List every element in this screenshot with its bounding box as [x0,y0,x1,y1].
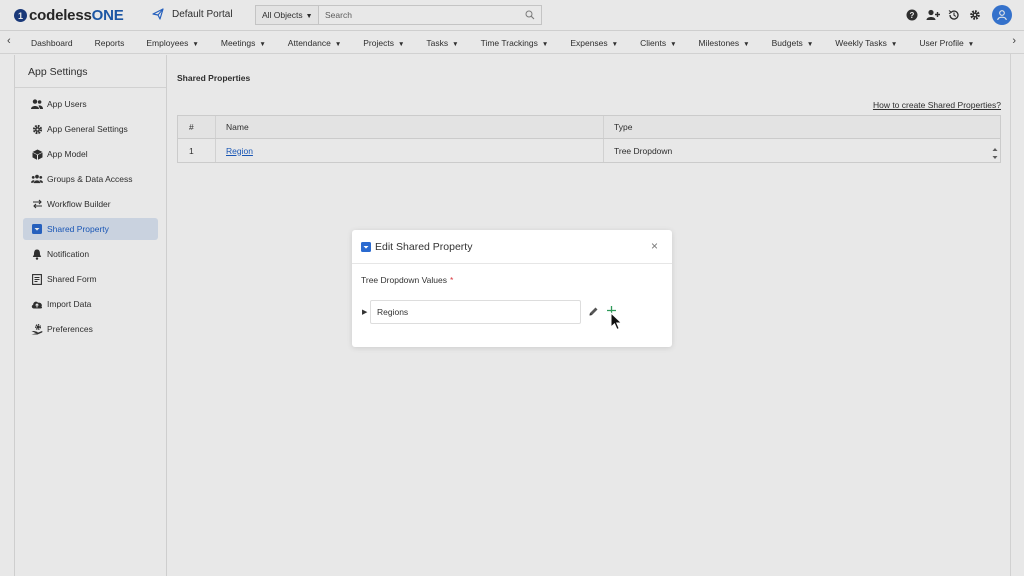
pencil-icon[interactable] [588,306,599,317]
dropdown-box-icon [361,241,371,252]
mouse-cursor-icon [610,312,623,331]
expand-caret-icon[interactable]: ▶ [362,308,367,316]
required-marker: * [450,275,454,285]
field-label-text: Tree Dropdown Values [361,275,447,285]
close-icon[interactable]: × [651,240,658,252]
edit-shared-property-dialog: Edit Shared Property × Tree Dropdown Val… [352,230,672,347]
dialog-header: Edit Shared Property × [352,230,672,264]
tree-node-input[interactable] [370,300,581,324]
dialog-title: Edit Shared Property [375,240,473,253]
field-label: Tree Dropdown Values * [361,275,453,285]
